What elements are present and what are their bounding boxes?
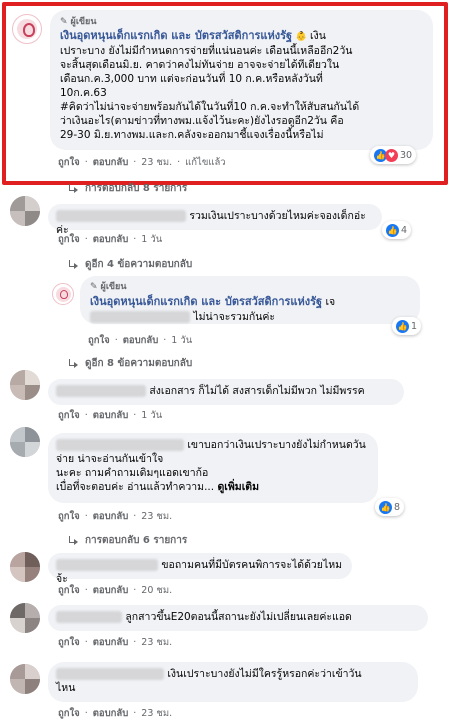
reply-button[interactable]: ตอบกลับ: [93, 509, 129, 524]
reply-arrow-icon: [68, 535, 80, 546]
comment-actions: ถูกใจ · ตอบกลับ · 1 วัน: [88, 333, 193, 348]
edited-label: แก้ไขแล้ว: [185, 157, 226, 168]
redacted-name: [56, 385, 146, 397]
avatar[interactable]: [10, 603, 40, 633]
comment-actions: ถูกใจ · ตอบกลับ · 1 วัน: [58, 408, 163, 423]
like-button[interactable]: ถูกใจ: [58, 635, 80, 650]
like-icon: 👍: [386, 223, 399, 237]
like-icon: 👍: [379, 500, 392, 514]
comment-actions: ถูกใจ · ตอบกลับ · 20 ชม.: [58, 583, 173, 598]
avatar[interactable]: [10, 427, 40, 457]
comment-bubble: รวมเงินเปราะบางด้วยไหมค่ะจองเด็กอ่ะค่ะ: [48, 204, 382, 236]
top-comment-bubble: ✎ ผู้เขียน เงินอุดหนุนเด็กแรกเกิด และ บัต…: [50, 10, 433, 150]
page-reply-bubble: ✎ ผู้เขียน เงินอุดหนุนเด็กแรกเกิด และ บัต…: [80, 276, 420, 324]
redacted-name: [56, 210, 186, 222]
comment-line: 29-30 มิ.ย.ทางพม.และก.คลังจะออกมาชี้แจงเ…: [60, 129, 324, 141]
comment-actions: ถูกใจ · ตอบกลับ · 23 ชม.: [58, 509, 173, 524]
comment-actions: ถูกใจ · ตอบกลับ · 23 ชม. · แก้ไขแล้ว: [58, 155, 226, 170]
avatar[interactable]: [10, 196, 40, 226]
reply-arrow-icon: [68, 259, 80, 270]
comment-line: #คิดว่าไม่น่าจะจ่ายพร้อมกันได้ในวันที่10…: [60, 101, 360, 113]
timestamp[interactable]: 23 ชม.: [141, 155, 172, 170]
timestamp[interactable]: 1 วัน: [171, 333, 192, 348]
reaction-summary[interactable]: 👍 1: [392, 317, 422, 335]
reply-button[interactable]: ตอบกลับ: [93, 232, 129, 247]
page-name-link[interactable]: เงินอุดหนุนเด็กแรกเกิด และ บัตรสวัสดิการ…: [90, 295, 322, 308]
page-avatar[interactable]: [52, 283, 74, 305]
reply-button[interactable]: ตอบกลับ: [93, 706, 129, 721]
like-button[interactable]: ถูกใจ: [58, 155, 80, 170]
reply-button[interactable]: ตอบกลับ: [93, 583, 129, 598]
love-icon: ♥: [385, 148, 398, 162]
comment-bubble: เงินเปราะบางยังไม่มีใครรู้หรอกค่ะว่าเข้า…: [48, 662, 418, 702]
timestamp[interactable]: 1 วัน: [141, 408, 162, 423]
comment-bubble: ลูกสาวขึ้นE20ตอนนี้สถานะยังไม่เปลี่ยนเลย…: [48, 605, 428, 631]
redacted-name: [56, 668, 164, 680]
pen-icon: ✎: [60, 17, 68, 27]
like-button[interactable]: ถูกใจ: [58, 706, 80, 721]
view-replies-link[interactable]: การตอบกลับ 6 รายการ: [68, 533, 187, 548]
reply-button[interactable]: ตอบกลับ: [93, 635, 129, 650]
redacted-name: [56, 611, 122, 623]
comment-actions: ถูกใจ · ตอบกลับ · 23 ชม.: [58, 635, 173, 650]
redacted-name: [90, 311, 190, 323]
comment-line: ว่าเงินอะไร(ตามข่าวที่ทางพม.แจ้งไว้นะคะ)…: [60, 115, 344, 127]
like-button[interactable]: ถูกใจ: [58, 408, 80, 423]
like-icon: 👍: [396, 319, 409, 333]
timestamp[interactable]: 23 ชม.: [141, 706, 172, 721]
redacted-name: [56, 439, 184, 451]
reply-button[interactable]: ตอบกลับ: [123, 333, 159, 348]
comment-line: 10ก.ค.63: [60, 87, 107, 99]
page-avatar[interactable]: [12, 14, 42, 44]
like-button[interactable]: ถูกใจ: [58, 509, 80, 524]
author-badge: ✎ ผู้เขียน: [90, 282, 127, 292]
redacted-name: [56, 559, 158, 571]
comment-actions: ถูกใจ · ตอบกลับ · 23 ชม.: [58, 706, 173, 721]
avatar[interactable]: [10, 370, 40, 400]
pen-icon: ✎: [90, 282, 98, 292]
like-button[interactable]: ถูกใจ: [58, 232, 80, 247]
timestamp[interactable]: 23 ชม.: [141, 635, 172, 650]
reply-arrow-icon: [68, 358, 80, 369]
comment-actions: ถูกใจ · ตอบกลับ · 1 วัน: [58, 232, 163, 247]
timestamp[interactable]: 1 วัน: [141, 232, 162, 247]
avatar[interactable]: [10, 552, 40, 582]
view-replies-link[interactable]: การตอบกลับ 8 รายการ: [68, 181, 187, 196]
view-more-replies-link[interactable]: ดูอีก 8 ข้อความตอบกลับ: [68, 356, 192, 371]
comment-bubble: เขาบอกว่าเงินเปราะบางยังไม่กำหนดวัน จ่าย…: [48, 433, 378, 503]
reaction-summary[interactable]: 👍 ♥ 30: [370, 146, 417, 164]
comment-bubble: ขอถามคนที่มีบัตรคนพิการจะได้ด้วยไหมจ้ะ: [48, 553, 352, 585]
comment-bubble: ส่งเอกสาร ก็ไม่ได้ สงสารเด็กไม่มีพวก ไม่…: [48, 379, 404, 405]
reply-button[interactable]: ตอบกลับ: [93, 155, 129, 170]
see-more-link[interactable]: ดูเพิ่มเติม: [217, 481, 259, 493]
reaction-summary[interactable]: 👍 8: [375, 498, 405, 516]
hand-emoji-icon: 👶: [295, 32, 307, 42]
comment-line: เดือนก.ค.3,000 บาท แต่จะก่อนวันที่ 10 ก.…: [60, 73, 323, 85]
comment-line: เปราะบาง ยังไม่มีกำหนดการจ่ายที่แน่นอนค่…: [60, 45, 353, 57]
timestamp[interactable]: 20 ชม.: [141, 583, 172, 598]
avatar[interactable]: [10, 664, 40, 694]
reply-button[interactable]: ตอบกลับ: [93, 408, 129, 423]
like-button[interactable]: ถูกใจ: [88, 333, 110, 348]
like-button[interactable]: ถูกใจ: [58, 583, 80, 598]
reply-arrow-icon: [68, 183, 80, 194]
reaction-summary[interactable]: 👍 4: [382, 221, 412, 239]
author-badge: ✎ ผู้เขียน: [60, 17, 97, 27]
view-more-replies-link[interactable]: ดูอีก 4 ข้อความตอบกลับ: [68, 257, 192, 272]
page-name-link[interactable]: เงินอุดหนุนเด็กแรกเกิด และ บัตรสวัสดิการ…: [60, 29, 292, 42]
comment-line: จะสิ้นสุดเดือนมิ.ย. คาดว่าคงไม่ทันจ่าย อ…: [60, 59, 340, 71]
timestamp[interactable]: 23 ชม.: [141, 509, 172, 524]
